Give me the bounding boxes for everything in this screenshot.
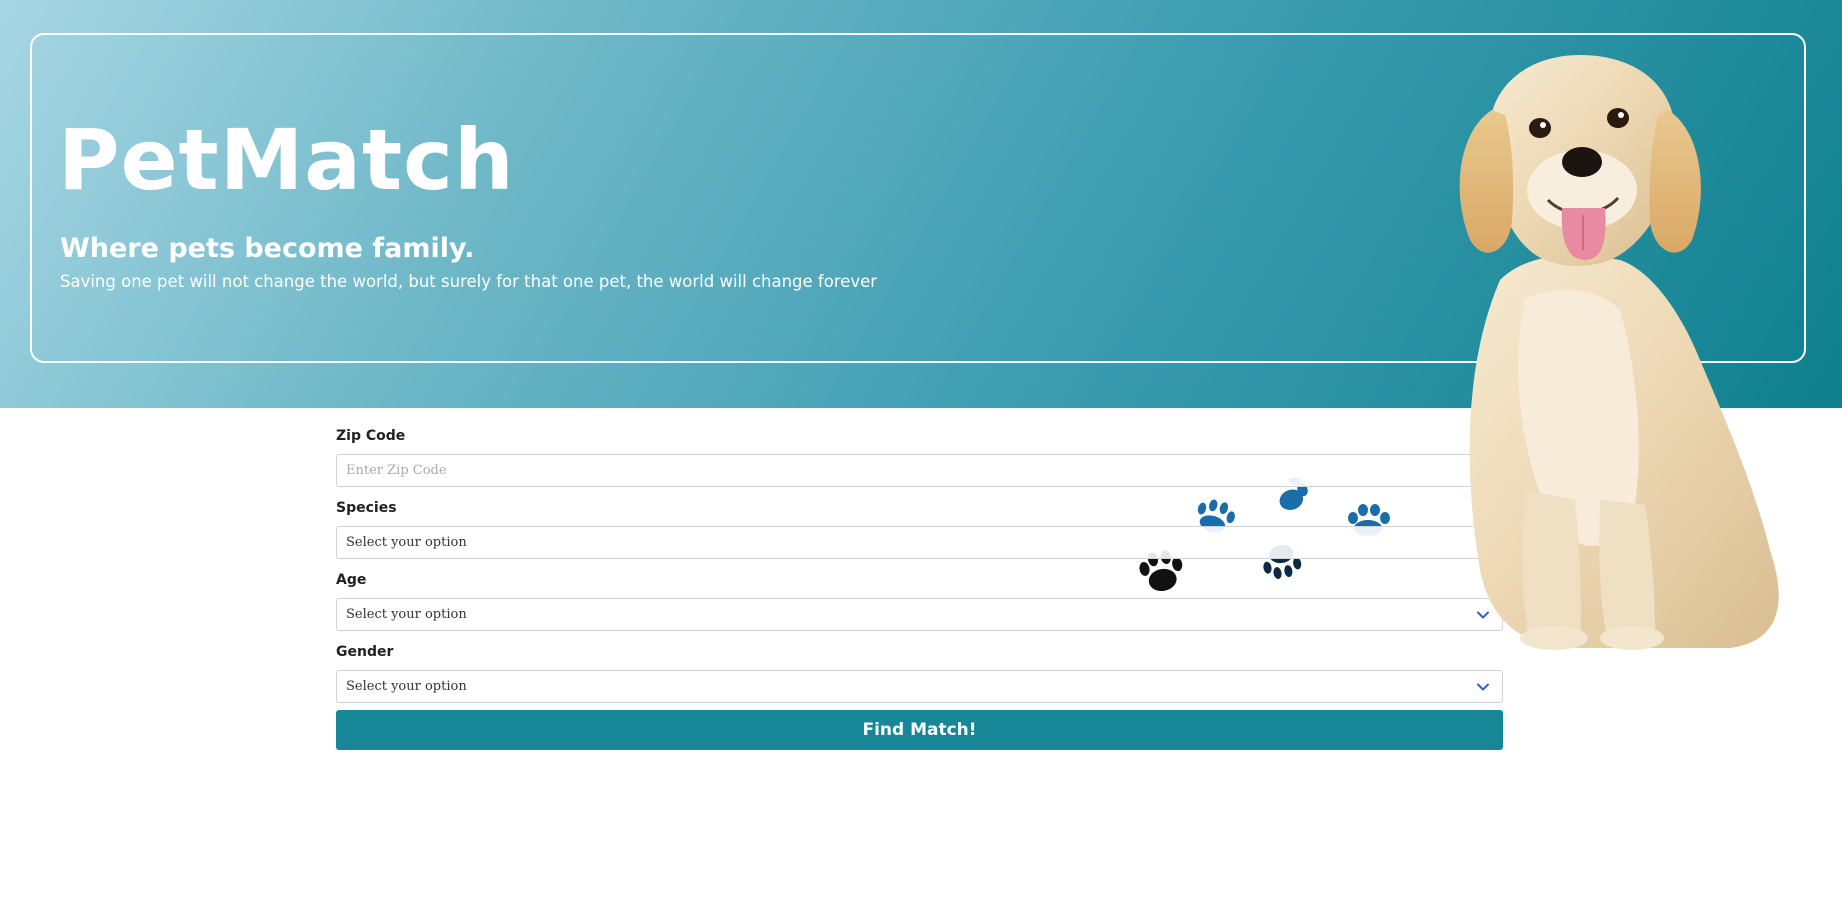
chevron-down-icon — [1477, 683, 1489, 691]
gender-selected-value: Select your option — [346, 679, 467, 694]
species-label: Species — [336, 500, 397, 516]
gender-select[interactable]: Select your option — [336, 670, 1503, 703]
species-select[interactable]: Select your option — [336, 526, 1503, 559]
age-label: Age — [336, 572, 367, 588]
zip-code-input[interactable] — [346, 456, 1493, 485]
species-selected-value: Select your option — [346, 535, 467, 550]
age-select[interactable]: Select your option — [336, 598, 1503, 631]
zip-code-label: Zip Code — [336, 428, 406, 444]
age-selected-value: Select your option — [346, 607, 467, 622]
site-title: PetMatch — [58, 111, 515, 209]
dog-illustration — [1459, 55, 1779, 650]
find-match-button[interactable]: Find Match! — [336, 710, 1503, 750]
zip-code-field[interactable] — [336, 454, 1503, 487]
match-form: Zip Code Species Select your option Age … — [336, 424, 1503, 712]
site-quote: Saving one pet will not change the world… — [60, 272, 878, 291]
site-tagline: Where pets become family. — [60, 233, 475, 264]
gender-label: Gender — [336, 644, 394, 660]
